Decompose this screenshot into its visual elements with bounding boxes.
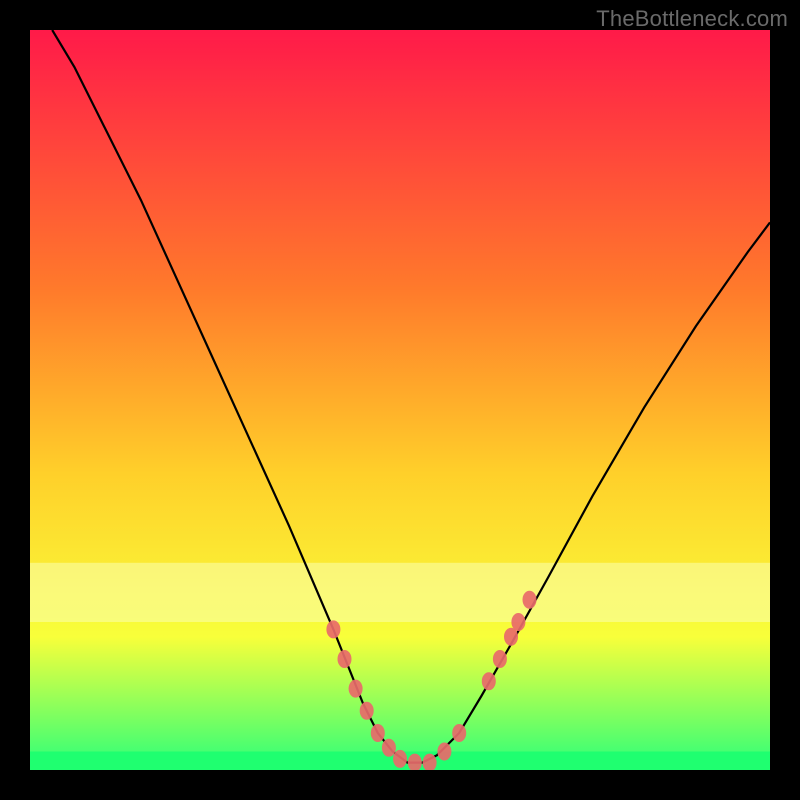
marker-point <box>452 724 466 742</box>
marker-point <box>360 702 374 720</box>
marker-point <box>393 750 407 768</box>
chart-frame <box>30 30 770 770</box>
marker-point <box>349 680 363 698</box>
gradient-background <box>30 30 770 770</box>
marker-point <box>493 650 507 668</box>
pale-yellow-band <box>30 563 770 622</box>
watermark-text: TheBottleneck.com <box>596 6 788 32</box>
marker-point <box>338 650 352 668</box>
bottleneck-chart <box>30 30 770 770</box>
marker-point <box>482 672 496 690</box>
marker-point <box>382 739 396 757</box>
marker-point <box>326 620 340 638</box>
marker-point <box>437 743 451 761</box>
marker-point <box>511 613 525 631</box>
marker-point <box>371 724 385 742</box>
marker-point <box>504 628 518 646</box>
marker-point <box>523 591 537 609</box>
